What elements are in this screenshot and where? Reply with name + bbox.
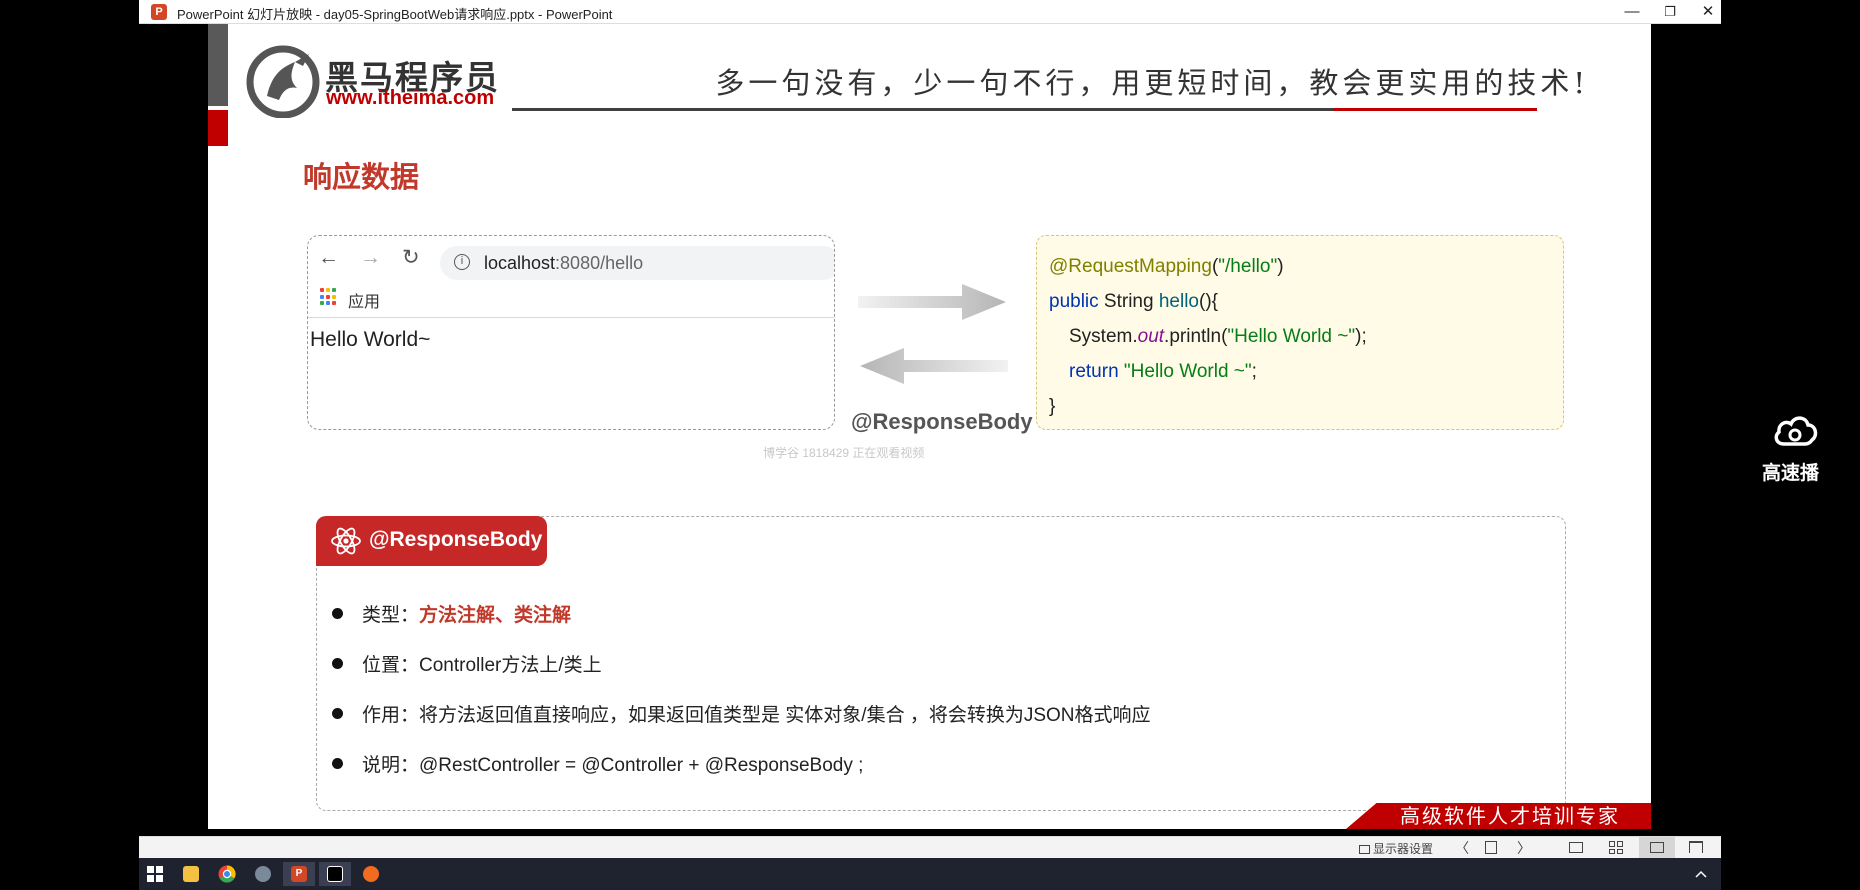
display-settings-button[interactable]: 显示器设置 [1359,840,1433,857]
code-line-1: @RequestMapping("/hello") [1049,256,1284,277]
window-titlebar: P PowerPoint 幻灯片放映 - day05-SpringBootWeb… [139,0,1721,24]
code-line-2: public String hello(){ [1049,291,1219,312]
slide-canvas[interactable]: 黑马程序员 www.itheima.com 多一句没有，少一句不行，用更短时间，… [208,24,1651,829]
prev-slide-button[interactable]: 〈 [1455,838,1469,858]
apps-label: 应用 [348,294,381,311]
slideshow-view-icon[interactable] [1689,841,1703,853]
sorter-view-icon[interactable] [1609,841,1623,854]
fast-play-label[interactable]: 高速播 [1762,458,1819,485]
browser-mock: ← → ↻ i localhost:8080/hello 应用 Hello Wo… [307,235,835,430]
code-line-4: return "Hello World ~"; [1069,361,1257,382]
browser-divider [308,317,834,318]
address-url: localhost:8080/hello [484,253,644,273]
taskbar-app-orange[interactable] [355,862,387,886]
powerpoint-icon: P [151,4,167,20]
code-sample: @RequestMapping("/hello") public String … [1036,235,1564,430]
taskbar: P [139,858,1721,890]
app-icon [255,866,271,882]
atom-icon [331,527,361,555]
code-line-3: System.out.println("Hello World ~"); [1069,326,1367,347]
reload-icon: ↻ [402,246,420,269]
taskbar-powerpoint[interactable]: P [283,862,315,886]
slide-count-icon[interactable] [1485,841,1497,854]
slideshow-statusbar: 显示器设置 〈 〉 [139,836,1721,858]
normal-view-icon[interactable] [1569,842,1583,853]
next-slide-button[interactable]: 〉 [1517,838,1531,858]
intellij-icon [327,866,343,882]
decor-bar-gray [208,24,228,106]
reading-view-button[interactable] [1639,837,1675,858]
tray-chevron[interactable] [1685,862,1717,886]
taskbar-chrome[interactable] [211,862,243,886]
brand-url: www.itheima.com [326,87,495,109]
folder-icon [183,866,199,882]
slogan: 多一句没有，少一句不行，用更短时间，教会更实用的技术! [715,66,1589,100]
monitor-icon [1359,845,1370,854]
header-rule-accent [1333,108,1537,111]
arrow-left-icon [860,348,1008,384]
itheima-logo-icon [246,45,320,118]
bullet-note: 说明：@RestController = @Controller + @Resp… [332,750,863,777]
bullet-effect: 作用：将方法返回值直接响应，如果返回值类型是 实体对象/集合 ，将会转换为JSO… [332,700,1151,727]
close-button[interactable]: ✕ [1685,0,1731,24]
taskbar-file-explorer[interactable] [175,862,207,886]
response-body-label: @ResponseBody [851,409,1033,434]
powerpoint-taskbar-icon: P [291,866,307,882]
orange-app-icon [363,866,379,882]
decor-bar-red [208,110,228,146]
info-icon: i [454,254,470,270]
cloud-play-icon[interactable] [1772,410,1818,450]
panel-badge-label: @ResponseBody [369,528,543,551]
start-button[interactable] [139,862,171,886]
chevron-up-icon [1695,870,1707,878]
code-line-5: } [1049,396,1056,417]
apps-grid-icon [320,288,338,306]
footer-tagline: 高级软件人才培训专家 [1400,804,1620,828]
chrome-icon [218,865,236,883]
windows-icon [147,866,163,882]
taskbar-intellij[interactable] [319,862,351,886]
page-content: Hello World~ [310,328,431,351]
panel-badge: @ResponseBody [316,516,547,566]
address-bar: i localhost:8080/hello [440,246,834,280]
slide-title: 响应数据 [303,162,420,194]
back-arrow-icon: ← [318,246,339,269]
bullet-type: 类型：方法注解、类注解 [332,600,571,627]
reading-view-icon [1650,842,1664,853]
window-title: PowerPoint 幻灯片放映 - day05-SpringBootWeb请求… [177,7,613,22]
watermark: 博学谷 1818429 正在观看视频 [763,446,925,460]
forward-arrow-icon: → [360,246,381,269]
bullet-position: 位置：Controller方法上/类上 [332,650,602,677]
taskbar-app[interactable] [247,862,279,886]
arrow-right-icon [858,284,1006,320]
